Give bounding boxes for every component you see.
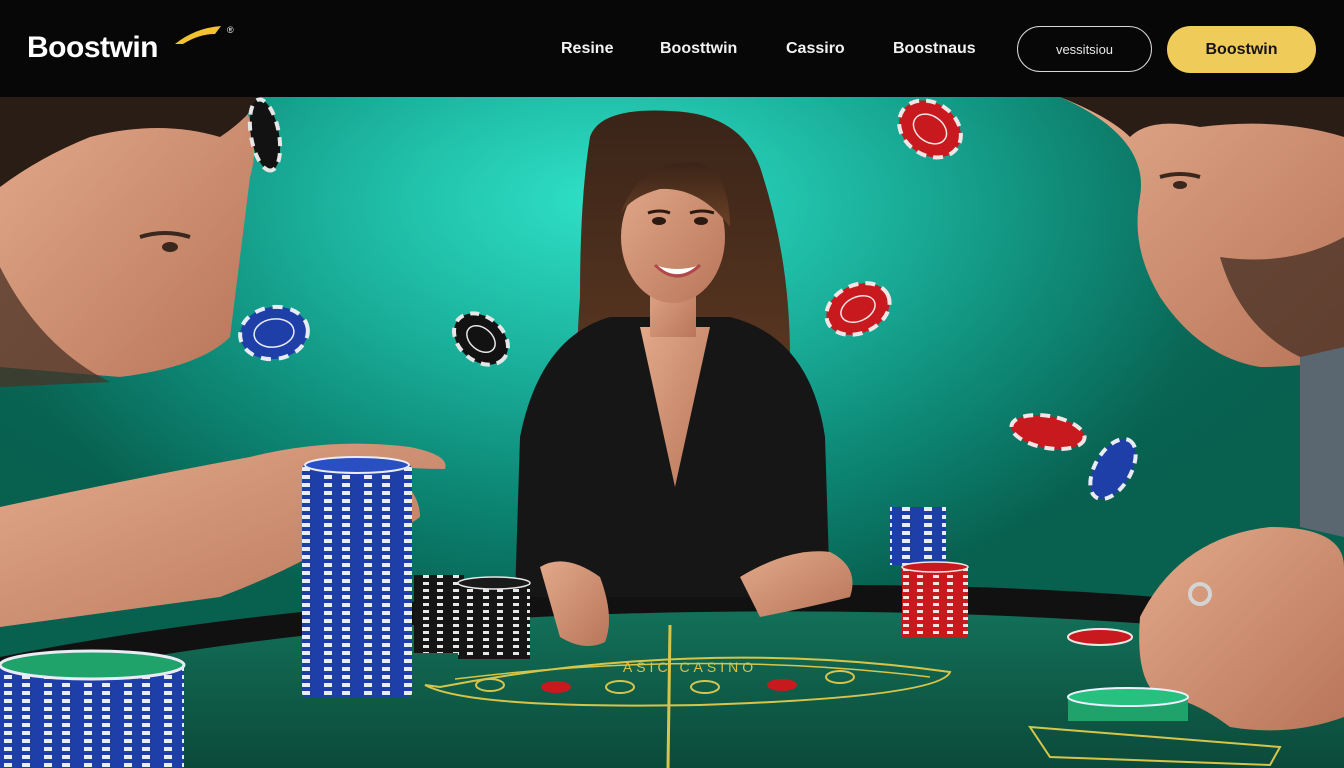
blue-chip-stack <box>302 465 412 697</box>
nav-link-cassiro[interactable]: Cassiro <box>786 39 845 59</box>
logo-swoosh-icon <box>175 26 221 44</box>
hero-banner: ASIC CASINO <box>0 97 1344 768</box>
nav-link-boostnaus[interactable]: Boostnaus <box>893 39 976 59</box>
black-chip-stack-small <box>414 575 464 653</box>
blue-chip-stack-right <box>890 507 946 565</box>
top-navigation-bar: Boostwin ® Resine Boosttwin Cassiro Boos… <box>0 0 1344 97</box>
hero-casino-illustration: ASIC CASINO <box>0 97 1344 768</box>
signup-button[interactable]: Boostwin <box>1167 26 1316 73</box>
table-center-line <box>666 624 672 768</box>
brand-logo[interactable]: Boostwin ® <box>27 26 234 72</box>
nav-link-boosttwin[interactable]: Boosttwin <box>660 39 737 59</box>
nav-link-resine[interactable]: Resine <box>561 39 613 59</box>
registered-mark: ® <box>227 25 234 35</box>
login-button[interactable]: vessitsiou <box>1017 26 1152 72</box>
black-chip-stack <box>458 583 530 659</box>
table-print-text: ASIC CASINO <box>623 659 757 675</box>
red-chip-stack <box>902 567 968 637</box>
logo-text: Boostwin <box>27 31 159 64</box>
